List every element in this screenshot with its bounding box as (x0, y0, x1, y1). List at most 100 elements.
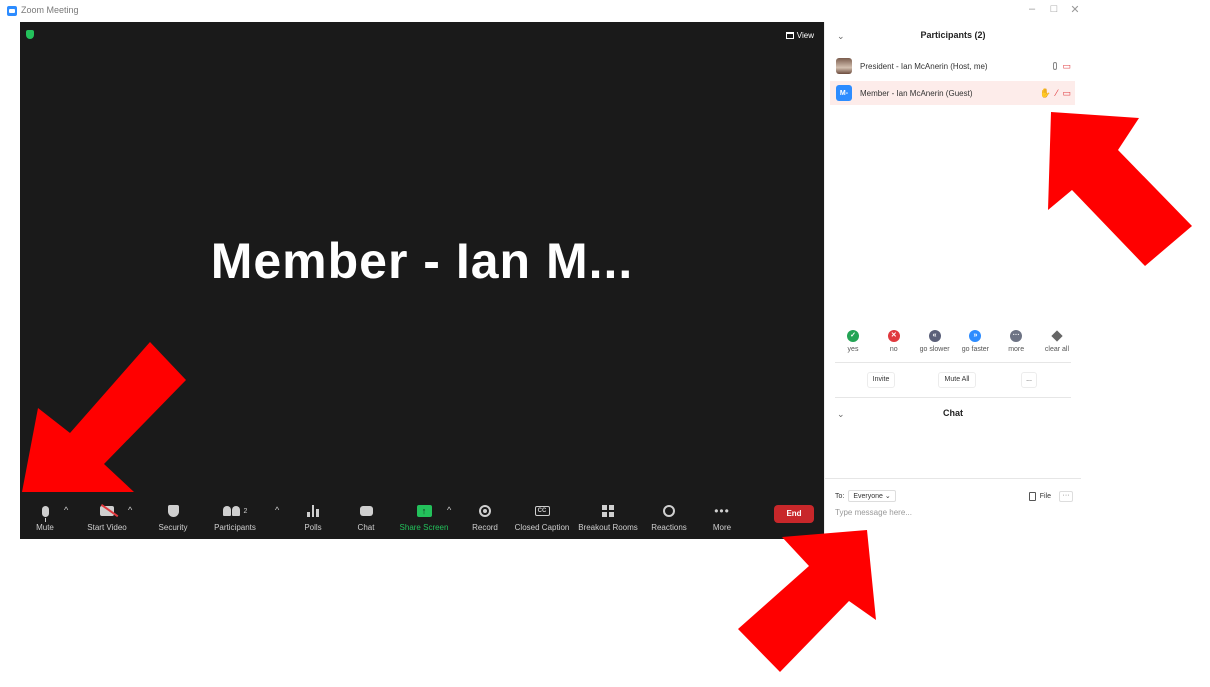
start-video-label: Start Video (87, 523, 127, 532)
feedback-label: more (1008, 346, 1025, 353)
feedback-yes[interactable]: ✓ yes (835, 330, 871, 353)
participants-icon (222, 506, 241, 516)
end-meeting-button[interactable]: End (774, 505, 814, 523)
feedback-no[interactable]: ✕ no (876, 330, 912, 353)
video-camera-off-icon (100, 506, 114, 516)
eraser-icon (1051, 330, 1063, 342)
video-options-caret[interactable]: ^ (128, 505, 132, 515)
chat-recipient-row: To: Everyone ⌄ File ··· (835, 489, 1073, 503)
record-button[interactable]: Record (470, 501, 500, 532)
divider (825, 478, 1081, 479)
microphone-muted-icon: ⁄ (1055, 88, 1058, 98)
raised-hand-icon: ✋ (1039, 87, 1051, 98)
minimize-button[interactable]: – (1025, 3, 1039, 15)
closed-caption-button[interactable]: CC Closed Caption (514, 501, 570, 532)
nonverbal-feedback-bar: ✓ yes ✕ no « go slower » go faster ··· m… (835, 330, 1075, 353)
file-icon (1028, 491, 1036, 501)
start-video-button[interactable]: Start Video (82, 501, 132, 532)
file-button[interactable]: File (1028, 491, 1051, 501)
mute-all-button[interactable]: Mute All (938, 372, 976, 388)
more-button[interactable]: ••• More (708, 501, 736, 532)
chat-bubble-icon (359, 506, 373, 516)
view-label: View (796, 31, 814, 40)
recipient-dropdown[interactable]: Everyone ⌄ (848, 490, 896, 502)
feedback-label: clear all (1044, 346, 1070, 353)
fast-forward-icon: » (969, 330, 982, 342)
participant-row[interactable]: President - Ian McAnerin (Host, me) ▭ (830, 54, 1075, 78)
breakout-rooms-button[interactable]: Breakout Rooms (577, 501, 639, 532)
meeting-toolbar: Mute ^ Start Video ^ Security 2 Particip… (20, 489, 824, 539)
polls-bar-chart-icon (307, 505, 320, 517)
window-title: Zoom Meeting (21, 5, 79, 15)
screenshot-root: Zoom Meeting – □ ✕ View Member - Ian M..… (0, 0, 1210, 687)
video-off-icon: ▭ (1062, 87, 1071, 98)
record-label: Record (472, 523, 498, 532)
participant-row[interactable]: M- Member - Ian McAnerin (Guest) ✋ ⁄ ▭ (830, 81, 1075, 105)
divider (835, 362, 1071, 363)
participant-name: Member - Ian McAnerin (Guest) (860, 88, 973, 98)
mute-label: Mute (36, 523, 54, 532)
participant-avatar-initials: M- (836, 85, 852, 101)
encryption-shield-icon[interactable] (26, 30, 34, 39)
security-label: Security (158, 523, 188, 532)
rewind-icon: « (928, 330, 941, 342)
closed-caption-icon: CC (534, 506, 550, 516)
reactions-label: Reactions (651, 523, 687, 532)
side-panel: ⌄ Participants (2) President - Ian McAne… (824, 22, 1081, 539)
feedback-go-faster[interactable]: » go faster (957, 330, 993, 353)
share-options-caret[interactable]: ^ (447, 505, 451, 515)
divider (835, 397, 1071, 398)
share-screen-button[interactable]: ↑ Share Screen (399, 501, 449, 532)
reactions-smiley-icon (663, 505, 675, 517)
microphone-icon (1053, 62, 1058, 70)
view-button[interactable]: View (785, 31, 814, 40)
grid-view-icon (785, 32, 794, 39)
reactions-button[interactable]: Reactions (649, 501, 689, 532)
feedback-label: no (889, 346, 898, 353)
polls-label: Polls (304, 523, 322, 532)
participant-avatar-photo (836, 58, 852, 74)
breakout-rooms-icon (602, 505, 614, 517)
audio-options-caret[interactable]: ^ (64, 505, 68, 515)
feedback-more[interactable]: ··· more (998, 330, 1034, 353)
security-button[interactable]: Security (153, 501, 193, 532)
maximize-button[interactable]: □ (1047, 3, 1061, 15)
participants-more-button[interactable]: ... (1021, 372, 1037, 388)
polls-button[interactable]: Polls (300, 501, 326, 532)
participants-button[interactable]: 2 Participants (210, 501, 260, 532)
feedback-go-slower[interactable]: « go slower (917, 330, 953, 353)
security-shield-icon (167, 505, 179, 517)
invite-button[interactable]: Invite (867, 372, 895, 388)
breakout-rooms-label: Breakout Rooms (578, 523, 638, 532)
to-label: To: (835, 492, 845, 500)
chat-more-button[interactable]: ··· (1059, 490, 1073, 502)
feedback-label: go slower (919, 346, 950, 353)
mute-button[interactable]: Mute (30, 501, 60, 532)
feedback-label: go faster (961, 346, 990, 353)
title-bar: Zoom Meeting – □ ✕ (0, 0, 1080, 22)
participants-count: 2 (243, 507, 248, 515)
red-arrow-icon (738, 530, 876, 672)
file-label: File (1039, 492, 1051, 500)
video-off-icon: ▭ (1062, 60, 1071, 71)
participants-label: Participants (214, 523, 256, 532)
more-label: More (712, 523, 732, 532)
more-dots-icon: ••• (714, 504, 730, 518)
chat-button[interactable]: Chat (353, 501, 379, 532)
more-circle-icon: ··· (1010, 330, 1023, 342)
close-button[interactable]: ✕ (1068, 3, 1082, 16)
feedback-clear-all[interactable]: clear all (1039, 330, 1075, 353)
share-screen-icon: ↑ (416, 505, 432, 517)
closed-caption-label: Closed Caption (514, 523, 570, 532)
chat-label: Chat (357, 523, 375, 532)
check-icon: ✓ (847, 330, 859, 342)
chat-message-input[interactable]: Type message here... (835, 508, 912, 517)
microphone-icon (41, 505, 49, 522)
chat-header: Chat (943, 408, 963, 418)
zoom-app-icon (7, 6, 17, 16)
participants-options-caret[interactable]: ^ (275, 505, 279, 515)
active-speaker-name: Member - Ian M... (210, 233, 634, 289)
share-screen-label: Share Screen (399, 523, 449, 532)
participants-header: Participants (2) (920, 30, 986, 40)
video-area: View Member - Ian M... Mute ^ Start Vide… (20, 22, 824, 539)
